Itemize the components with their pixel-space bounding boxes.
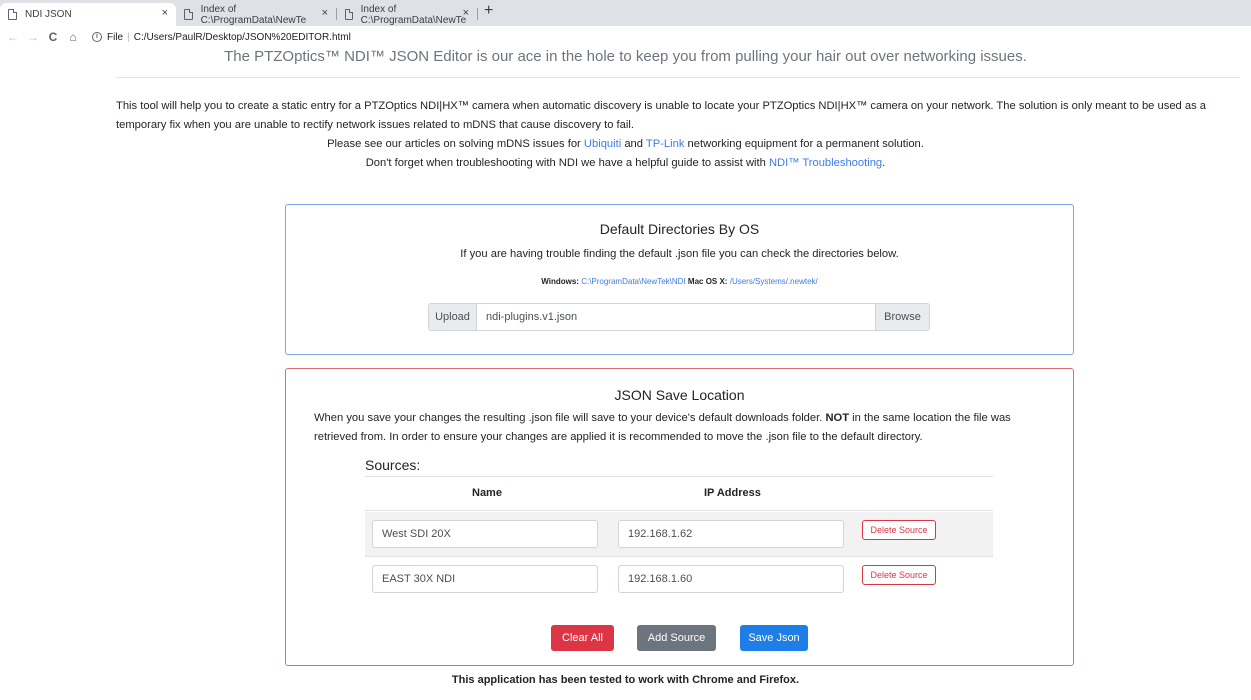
divider (365, 476, 993, 477)
forward-icon[interactable]: → (26, 30, 40, 44)
save-title: JSON Save Location (614, 387, 745, 403)
back-icon[interactable]: ← (6, 30, 20, 44)
url-separator: | (127, 31, 130, 43)
page-icon (8, 9, 17, 20)
source-name-input[interactable]: EAST 30X NDI (372, 565, 598, 593)
upload-label: Upload (429, 304, 477, 330)
reload-icon[interactable]: C (46, 30, 60, 44)
articles-prefix: Please see our articles on solving mDNS … (327, 138, 584, 150)
page-icon (184, 9, 193, 20)
close-tab-icon[interactable]: × (162, 7, 168, 19)
delete-source-button[interactable]: Delete Source (862, 520, 936, 540)
sources-heading: Sources: (365, 457, 421, 473)
page-icon (345, 9, 353, 20)
home-icon[interactable]: ⌂ (66, 30, 80, 44)
page-tagline: The PTZOptics™ NDI™ JSON Editor is our a… (224, 48, 1027, 65)
browser-tab-bar: NDI JSON × Index of C:\ProgramData\NewTe… (0, 0, 1251, 26)
save-desc-bold: NOT (825, 412, 850, 424)
default-directories-card: Default Directories By OS If you are hav… (285, 204, 1074, 355)
ubiquiti-link[interactable]: Ubiquiti (584, 138, 621, 150)
url-field[interactable]: i File | C:/Users/PaulR/Desktop/JSON%20E… (92, 32, 351, 43)
new-tab-button[interactable]: + (484, 2, 493, 20)
save-json-button[interactable]: Save Json (740, 625, 808, 651)
mac-label: Mac OS X: (687, 277, 728, 286)
troubleshoot-prefix: Don't forget when troubleshooting with N… (365, 157, 769, 169)
windows-path[interactable]: C:\ProgramData\NewTek\NDI (581, 277, 685, 286)
info-icon[interactable]: i (92, 32, 102, 42)
articles-line: Please see our articles on solving mDNS … (0, 138, 1251, 150)
table-row: EAST 30X NDI 192.168.1.60 Delete Source (365, 557, 993, 601)
tab-separator (477, 8, 478, 20)
articles-suffix: networking equipment for a permanent sol… (684, 138, 924, 150)
delete-source-button[interactable]: Delete Source (862, 565, 936, 585)
source-ip-input[interactable]: 192.168.1.60 (618, 565, 844, 593)
windows-label: Windows: (541, 277, 579, 286)
close-tab-icon[interactable]: × (463, 7, 469, 19)
tp-link-link[interactable]: TP-Link (646, 138, 685, 150)
column-header-name: Name (472, 487, 502, 499)
source-name-input[interactable]: West SDI 20X (372, 520, 598, 548)
divider (116, 77, 1240, 78)
table-row: West SDI 20X 192.168.1.62 Delete Source (365, 512, 993, 556)
tab-title: Index of C:\ProgramData\NewTe (200, 3, 307, 26)
divider (365, 510, 993, 511)
tab-index-1[interactable]: Index of C:\ProgramData\NewTe × (176, 3, 336, 26)
close-tab-icon[interactable]: × (322, 7, 328, 19)
clear-all-button[interactable]: Clear All (551, 625, 614, 651)
directories-paths: Windows: C:\ProgramData\NewTek\NDI Mac O… (286, 277, 1073, 286)
save-description: When you save your changes the resulting… (314, 409, 1054, 447)
directories-title: Default Directories By OS (599, 221, 760, 237)
upload-file-input[interactable]: Upload ndi-plugins.v1.json Browse (428, 303, 930, 331)
column-header-ip: IP Address (704, 487, 761, 499)
tab-ndi-json[interactable]: NDI JSON × (0, 3, 176, 26)
address-bar: ← → C ⌂ i File | C:/Users/PaulR/Desktop/… (0, 26, 1251, 48)
source-ip-input[interactable]: 192.168.1.62 (618, 520, 844, 548)
tab-title: NDI JSON (25, 9, 72, 20)
save-desc-part1: When you save your changes the resulting… (314, 412, 826, 424)
directories-subtitle: If you are having trouble finding the de… (460, 248, 899, 260)
mac-path[interactable]: /Users/Systems/.newtek/ (730, 277, 818, 286)
troubleshoot-suffix: . (882, 157, 886, 169)
url-scheme: File (107, 31, 124, 43)
url-text: C:/Users/PaulR/Desktop/JSON%20EDITOR.htm… (133, 31, 351, 43)
add-source-button[interactable]: Add Source (637, 625, 716, 651)
troubleshoot-line: Don't forget when troubleshooting with N… (0, 157, 1251, 169)
upload-filename[interactable]: ndi-plugins.v1.json (477, 304, 875, 330)
tab-index-2[interactable]: Index of C:\ProgramData\NewTe × (337, 3, 477, 26)
intro-paragraph: This tool will help you to create a stat… (116, 100, 1207, 131)
browse-button[interactable]: Browse (875, 304, 929, 330)
articles-and: and (621, 138, 646, 150)
json-save-card: JSON Save Location When you save your ch… (285, 368, 1074, 666)
ndi-troubleshooting-link[interactable]: NDI™ Troubleshooting (769, 157, 882, 169)
browser-support-note: This application has been tested to work… (451, 674, 800, 686)
tab-title: Index of C:\ProgramData\NewTe (360, 3, 467, 26)
